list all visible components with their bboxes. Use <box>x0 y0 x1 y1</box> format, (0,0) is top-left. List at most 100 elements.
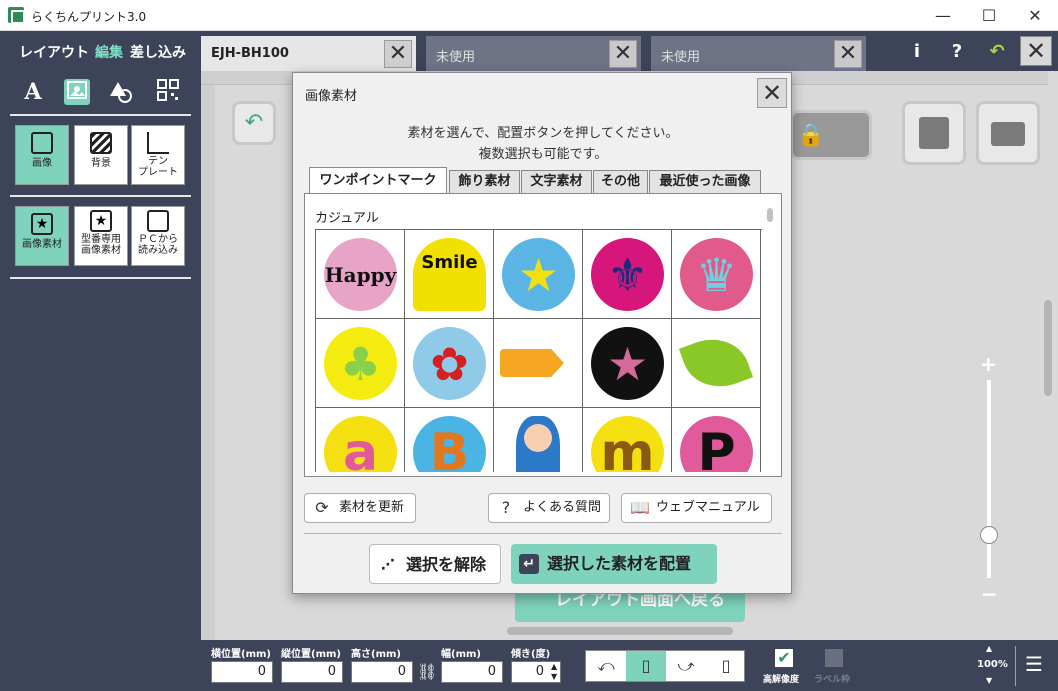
material-item[interactable]: ♣ <box>316 319 405 408</box>
tab-decoration[interactable]: 飾り素材 <box>449 170 520 194</box>
close-icon[interactable]: ✕ <box>384 40 412 68</box>
info-icon[interactable]: i <box>902 37 932 67</box>
x-position-field[interactable]: 0 <box>211 661 273 683</box>
left-tool-panel: A 画像 背景 テン プレート ★ 画像素材 ★ 型番専用 画像素材 ＰＣから … <box>0 71 201 691</box>
deselect-button[interactable]: ⋰ 選択を解除 <box>369 544 501 584</box>
tab-other[interactable]: その他 <box>593 170 648 194</box>
zoom-up-icon[interactable]: ▲ <box>986 644 992 653</box>
title-bar: らくちんプリント3.0 — ☐ ✕ <box>0 0 1058 31</box>
zoom-level[interactable]: 100% <box>977 659 1008 670</box>
tile-label: 画像素材 <box>22 239 62 250</box>
portrait-page-icon[interactable]: ▯ <box>626 651 666 681</box>
material-item[interactable]: m <box>583 408 672 472</box>
material-item[interactable] <box>672 319 761 408</box>
faq-button[interactable]: ? よくある質問 <box>488 493 610 523</box>
canvas-undo-button[interactable]: ↶ <box>232 101 276 145</box>
vertical-scrollbar[interactable] <box>1044 300 1052 396</box>
y-position-label: 縦位置(mm) <box>281 649 341 660</box>
mode-tab-edit[interactable]: 編集 <box>95 42 123 62</box>
rotate-right-icon[interactable]: ⤻ <box>666 651 706 681</box>
undo-icon[interactable]: ↶ <box>982 37 1012 67</box>
zoom-slider[interactable] <box>987 380 991 578</box>
image-icon <box>31 132 53 154</box>
material-item[interactable]: ♛ <box>672 230 761 319</box>
zoom-slider-thumb[interactable] <box>980 526 998 544</box>
shape-tool-icon[interactable] <box>108 79 134 105</box>
tile-label: テン プレート <box>138 156 178 178</box>
material-item[interactable]: ★ <box>494 230 583 319</box>
material-star-blue-icon: ★ <box>502 238 575 311</box>
material-clover-icon: ♣ <box>324 327 397 400</box>
material-item[interactable]: ✿ <box>405 319 494 408</box>
material-item[interactable]: B <box>405 408 494 472</box>
material-panel: カジュアル Happy Smile ★ ⚜ ♛ ♣ ✿ ★ a Bm P <box>304 193 782 477</box>
mode-tab-layout[interactable]: レイアウト <box>19 42 89 62</box>
minimize-button[interactable]: — <box>920 0 966 31</box>
horizontal-scrollbar[interactable] <box>507 627 733 635</box>
close-icon[interactable]: ✕ <box>834 40 862 68</box>
tile-image-material[interactable]: ★ 画像素材 <box>15 206 69 266</box>
material-letter-m-icon: m <box>591 416 664 472</box>
tile-background[interactable]: 背景 <box>74 125 128 185</box>
doll-face-icon <box>524 424 552 452</box>
panel-scrollbar[interactable] <box>767 208 773 222</box>
background-icon <box>90 132 112 154</box>
dialog-close-button[interactable]: ✕ <box>757 78 787 108</box>
print-button[interactable] <box>976 101 1040 165</box>
tab-recent[interactable]: 最近使った画像 <box>649 170 761 194</box>
close-window-button[interactable]: ✕ <box>1012 0 1058 31</box>
zoom-out-icon[interactable]: − <box>981 582 998 606</box>
list-menu-icon[interactable]: ☰ <box>1025 652 1043 676</box>
high-res-checkbox[interactable]: ✔ <box>775 649 793 667</box>
material-hibiscus-icon: ✿ <box>413 327 486 400</box>
lock-icon: 🔒 <box>797 123 825 148</box>
close-app-button[interactable]: ✕ <box>1020 36 1052 66</box>
dialog-title: 画像素材 <box>305 89 358 104</box>
material-letter-a-icon: a <box>324 416 397 472</box>
image-tool-icon[interactable] <box>64 79 90 105</box>
tab-one-point-mark[interactable]: ワンポイントマーク <box>309 167 447 195</box>
text-tool-icon[interactable]: A <box>20 79 46 105</box>
material-item[interactable] <box>494 408 583 472</box>
material-tag-icon <box>500 349 564 377</box>
material-item[interactable] <box>494 319 583 408</box>
web-manual-button[interactable]: 📖 ウェブマニュアル <box>621 493 772 523</box>
tab-text-material[interactable]: 文字素材 <box>521 170 592 194</box>
material-item[interactable]: ★ <box>583 319 672 408</box>
material-item[interactable]: Smile <box>405 230 494 319</box>
doc-tab-1[interactable]: EJH-BH100 ✕ <box>201 36 416 71</box>
close-icon[interactable]: ✕ <box>609 40 637 68</box>
tile-template[interactable]: テン プレート <box>131 125 185 185</box>
angle-label: 傾き(度) <box>511 649 551 660</box>
width-field[interactable]: 0 <box>441 661 503 683</box>
material-item[interactable]: Happy <box>316 230 405 319</box>
manual-label: ウェブマニュアル <box>656 500 760 515</box>
help-icon[interactable]: ? <box>942 37 972 67</box>
maximize-button[interactable]: ☐ <box>966 0 1012 31</box>
rotate-left-icon[interactable]: ⤺ <box>586 651 626 681</box>
y-position-field[interactable]: 0 <box>281 661 343 683</box>
label-frame-checkbox[interactable] <box>825 649 843 667</box>
material-item[interactable]: ⚜ <box>583 230 672 319</box>
material-item[interactable]: P <box>672 408 761 472</box>
mode-tab-merge[interactable]: 差し込み <box>130 42 186 62</box>
doc-tab-3[interactable]: 未使用 ✕ <box>651 36 866 71</box>
doc-tab-2[interactable]: 未使用 ✕ <box>426 36 641 71</box>
zoom-down-icon[interactable]: ▼ <box>986 676 992 685</box>
link-icon[interactable]: ⛓ <box>417 662 437 681</box>
place-selected-button[interactable]: ↵ 選択した素材を配置 <box>511 544 717 584</box>
tile-image[interactable]: 画像 <box>15 125 69 185</box>
lock-toggle[interactable]: 🔒 <box>790 110 872 160</box>
dialog-instruction: 複数選択も可能です。 <box>478 147 608 162</box>
save-button[interactable] <box>902 101 966 165</box>
qr-code-icon[interactable] <box>155 79 181 105</box>
angle-stepper[interactable]: ▲ ▼ <box>551 662 557 682</box>
tile-load-from-pc[interactable]: ＰＣから 読み込み <box>131 206 185 266</box>
zoom-in-icon[interactable]: + <box>980 352 997 376</box>
tile-model-material[interactable]: ★ 型番専用 画像素材 <box>74 206 128 266</box>
material-item[interactable]: a <box>316 408 405 472</box>
flip-page-icon[interactable]: ▯ <box>706 651 746 681</box>
refresh-materials-button[interactable]: ⟳ 素材を更新 <box>304 493 416 523</box>
enter-icon: ↵ <box>519 554 539 574</box>
height-field[interactable]: 0 <box>351 661 413 683</box>
